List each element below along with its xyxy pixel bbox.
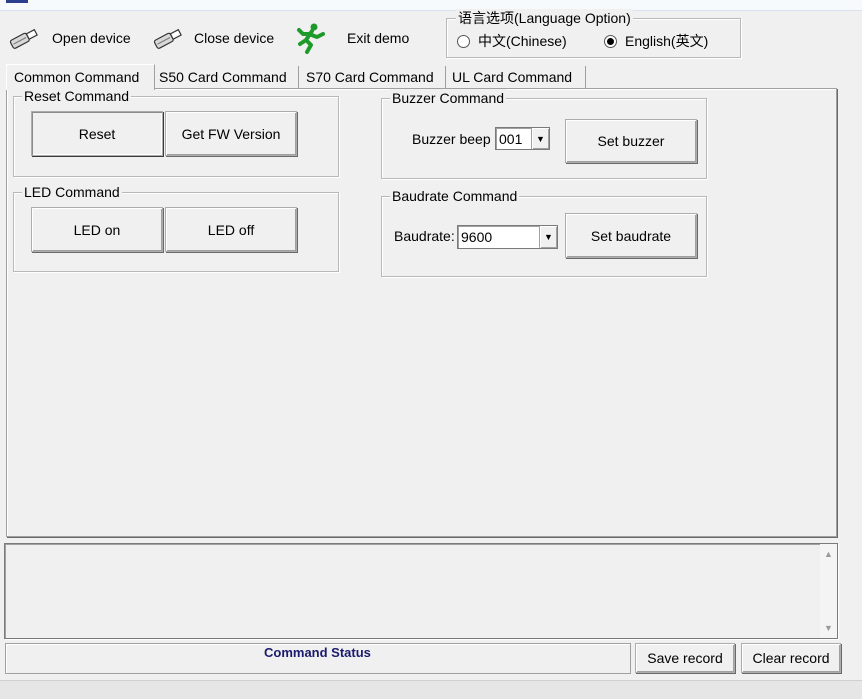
close-device-label: Close device [194,30,275,46]
reset-button[interactable]: Reset [31,111,163,156]
window-bottom-edge [0,680,862,699]
exit-demo-label: Exit demo [347,30,410,46]
buzzer-command-title: Buzzer Command [390,89,507,107]
baudrate-label: Baudrate: [394,228,455,244]
exit-demo-button[interactable]: Exit demo [292,22,409,54]
tab-s50-card-command[interactable]: S50 Card Command [154,66,299,88]
get-fw-version-button[interactable]: Get FW Version [165,111,297,156]
buzzer-beep-select[interactable]: 001 ▼ [495,127,550,150]
english-radio-label: English(英文) [625,33,709,49]
baudrate-value: 9600 [461,229,493,245]
save-record-button[interactable]: Save record [635,643,735,673]
language-option-title: 语言选项(Language Option) [456,9,633,27]
radio-checked-icon [604,34,617,48]
led-off-button[interactable]: LED off [165,207,297,252]
tab-s50-card-command-label: S50 Card Command [159,69,287,85]
reset-command-title: Reset Command [22,87,132,105]
buzzer-beep-value: 001 [499,130,523,147]
baudrate-select[interactable]: 9600 ▼ [457,225,558,249]
tab-ul-card-command[interactable]: UL Card Command [446,66,586,88]
scroll-up-icon[interactable]: ▲ [824,549,833,559]
close-device-button[interactable]: Close device [150,22,274,54]
english-radio[interactable]: English(英文) [604,31,708,51]
open-device-button[interactable]: Open device [6,22,131,54]
chinese-radio[interactable]: 中文(Chinese) [457,31,567,51]
tab-s70-card-command[interactable]: S70 Card Command [300,66,446,88]
open-device-label: Open device [52,30,131,46]
usb-plug-icon [150,22,186,54]
running-man-icon [292,22,328,54]
command-status-bar: Command Status [5,643,631,674]
tab-s70-card-command-label: S70 Card Command [306,69,434,85]
set-baudrate-button[interactable]: Set baudrate [565,213,697,258]
tab-common-command-label: Common Command [14,69,140,85]
radio-unchecked-icon [457,34,470,48]
buzzer-beep-label: Buzzer beep [412,131,491,147]
log-textarea[interactable]: ▲ ▼ [4,543,838,639]
led-command-title: LED Command [22,183,122,201]
led-on-button[interactable]: LED on [31,207,163,252]
window-icon [6,0,28,3]
set-buzzer-button[interactable]: Set buzzer [565,119,697,163]
baudrate-command-title: Baudrate Command [390,187,520,205]
language-option-group: 语言选项(Language Option) 中文(Chinese) Englis… [446,9,741,58]
scroll-down-icon[interactable]: ▼ [824,623,833,633]
clear-record-button[interactable]: Clear record [741,643,841,673]
chinese-radio-label: 中文(Chinese) [478,33,567,49]
chevron-down-icon[interactable]: ▼ [539,226,557,248]
window-top-strip [0,0,862,11]
log-scrollbar[interactable]: ▲ ▼ [820,544,837,638]
chevron-down-icon[interactable]: ▼ [531,128,549,149]
command-status-label: Command Status [264,645,371,660]
usb-plug-icon [6,22,42,54]
tab-ul-card-command-label: UL Card Command [452,69,573,85]
